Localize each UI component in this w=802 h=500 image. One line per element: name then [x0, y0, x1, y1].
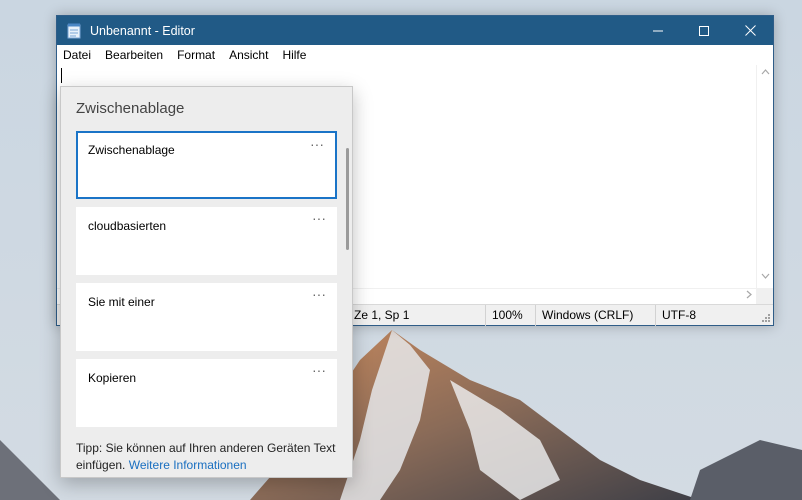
more-options-icon[interactable]: ···	[312, 210, 326, 226]
chevron-right-icon[interactable]	[746, 290, 752, 302]
status-line-ending: Windows (CRLF)	[535, 305, 633, 326]
minimize-button[interactable]	[635, 16, 681, 45]
clipboard-item-text: Zwischenablage	[88, 143, 175, 157]
menu-bar: Datei Bearbeiten Format Ansicht Hilfe	[57, 45, 773, 65]
chevron-down-icon[interactable]	[757, 271, 774, 281]
close-button[interactable]	[727, 16, 773, 45]
clipboard-item[interactable]: cloudbasierten ···	[76, 207, 337, 275]
menu-format[interactable]: Format	[170, 48, 222, 62]
clipboard-scrollbar-thumb[interactable]	[346, 148, 349, 250]
resize-grip-icon[interactable]	[761, 313, 771, 323]
menu-ansicht[interactable]: Ansicht	[222, 48, 275, 62]
status-encoding: UTF-8	[655, 305, 696, 326]
clipboard-item[interactable]: Kopieren ···	[76, 359, 337, 427]
status-cursor-position: Ze 1, Sp 1	[347, 305, 409, 326]
clipboard-item[interactable]: Sie mit einer ···	[76, 283, 337, 351]
more-options-icon[interactable]: ···	[312, 286, 326, 302]
window-title: Unbenannt - Editor	[90, 23, 195, 38]
chevron-up-icon[interactable]	[757, 67, 774, 77]
more-info-link[interactable]: Weitere Informationen	[129, 458, 247, 472]
vertical-scrollbar[interactable]	[756, 65, 773, 288]
clipboard-panel: Zwischenablage Zwischenablage ··· cloudb…	[60, 86, 353, 478]
text-caret	[61, 68, 62, 83]
menu-bearbeiten[interactable]: Bearbeiten	[98, 48, 170, 62]
more-options-icon[interactable]: ···	[310, 136, 324, 152]
maximize-button[interactable]	[681, 16, 727, 45]
title-bar[interactable]: Unbenannt - Editor	[57, 16, 773, 45]
clipboard-title: Zwischenablage	[76, 100, 185, 117]
clipboard-footer: Tipp: Sie können auf Ihren anderen Gerät…	[61, 432, 352, 477]
more-options-icon[interactable]: ···	[312, 362, 326, 378]
status-zoom: 100%	[485, 305, 523, 326]
menu-hilfe[interactable]: Hilfe	[275, 48, 313, 62]
menu-datei[interactable]: Datei	[57, 48, 98, 62]
clipboard-item[interactable]: Zwischenablage ···	[76, 131, 337, 199]
scrollbar-corner	[756, 288, 773, 305]
clipboard-item-text: Sie mit einer	[88, 295, 155, 309]
notepad-icon	[66, 23, 82, 39]
clipboard-item-text: Kopieren	[88, 371, 137, 385]
clipboard-item-text: cloudbasierten	[88, 219, 167, 233]
